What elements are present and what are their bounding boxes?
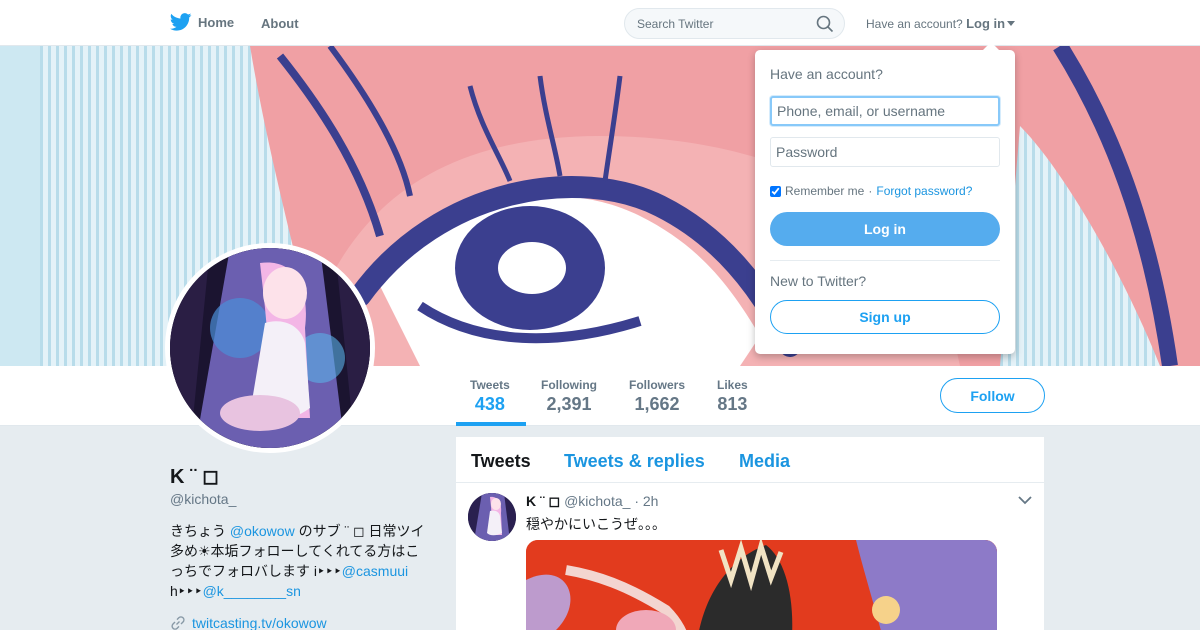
signup-button[interactable]: Sign up xyxy=(770,300,1000,334)
remember-separator: · xyxy=(868,184,873,198)
tweet-avatar-artwork xyxy=(468,493,516,541)
twitter-bird-icon xyxy=(170,13,192,31)
have-account-text: Have an account? xyxy=(866,17,963,31)
login-dropdown: Have an account? Remember me · Forgot pa… xyxy=(755,42,1015,354)
bio-mention-link[interactable]: @casmuui xyxy=(342,563,408,579)
bio-text: きちょう xyxy=(170,523,230,539)
tweet-media-artwork xyxy=(526,540,997,630)
stat-followers[interactable]: Followers 1,662 xyxy=(629,378,685,415)
dropdown-title: Have an account? xyxy=(770,66,883,82)
account-prompt: Have an account? Log in xyxy=(866,16,1016,31)
tweet-text: 穏やかにいこうぜ。。。 xyxy=(526,516,666,532)
stat-followers-label: Followers xyxy=(629,378,686,392)
stat-followers-value: 1,662 xyxy=(634,394,680,414)
caret-down-icon xyxy=(1007,21,1016,26)
profile-bio: きちょう @okowow のサブ ¨ ◻︎ 日常ツイ多め☀︎本垢フォローしてくれ… xyxy=(170,521,426,601)
stat-tweets-label: Tweets xyxy=(470,378,510,392)
profile-website-link[interactable]: twitcasting.tv/okowow xyxy=(192,615,327,630)
profile-handle[interactable]: @kichota_ xyxy=(170,491,236,507)
tab-media[interactable]: Media xyxy=(739,451,790,472)
tweet-timestamp[interactable]: · 2h xyxy=(634,493,658,509)
avatar-artwork xyxy=(170,248,370,448)
top-nav: Home About Have an account? Log in xyxy=(0,0,1200,46)
tweet-media-image[interactable] xyxy=(526,540,997,630)
search-input[interactable] xyxy=(625,9,805,38)
stat-tweets[interactable]: Tweets 438 xyxy=(470,378,510,415)
stat-following-value: 2,391 xyxy=(546,394,592,414)
remember-row: Remember me · Forgot password? xyxy=(770,184,972,198)
profile-name: K ¨ ◻︎ xyxy=(170,466,219,488)
stat-likes-label: Likes xyxy=(717,378,748,392)
dropdown-divider xyxy=(770,260,1000,261)
stat-following-label: Following xyxy=(541,378,597,392)
tab-tweets[interactable]: Tweets xyxy=(471,451,531,472)
timeline: Tweets Tweets & replies Media K ¨ ◻︎ @ki… xyxy=(456,437,1044,630)
login-toggle[interactable]: Log in xyxy=(966,16,1016,31)
tweet-author-handle[interactable]: @kichota_ xyxy=(564,493,630,509)
follow-button[interactable]: Follow xyxy=(940,378,1045,413)
timeline-tabs: Tweets Tweets & replies Media xyxy=(456,437,1044,483)
forgot-password-link[interactable]: Forgot password? xyxy=(876,184,972,198)
chevron-down-icon[interactable] xyxy=(1018,495,1032,505)
stat-likes[interactable]: Likes 813 xyxy=(717,378,748,415)
password-field[interactable] xyxy=(770,137,1000,167)
tweet-avatar[interactable] xyxy=(468,493,516,541)
bio-text: h‣‣‣ xyxy=(170,583,203,599)
bio-mention-link[interactable]: @okowow xyxy=(230,523,295,539)
login-toggle-label: Log in xyxy=(966,16,1006,31)
new-to-twitter-text: New to Twitter? xyxy=(770,273,867,289)
stat-following[interactable]: Following 2,391 xyxy=(541,378,597,415)
tab-tweets-replies[interactable]: Tweets & replies xyxy=(564,451,705,472)
nav-home-label: Home xyxy=(198,14,235,30)
tweet-header: K ¨ ◻︎ @kichota_ · 2h xyxy=(526,493,658,510)
username-field[interactable] xyxy=(770,96,1000,126)
stat-likes-value: 813 xyxy=(717,394,748,414)
nav-home-link[interactable]: Home xyxy=(170,13,234,31)
bio-mention-link[interactable]: @k________sn xyxy=(203,583,301,599)
profile-avatar[interactable] xyxy=(165,243,375,453)
login-button[interactable]: Log in xyxy=(770,212,1000,246)
remember-me-checkbox[interactable] xyxy=(770,185,781,197)
stat-tweets-value: 438 xyxy=(474,394,505,414)
active-stat-underline xyxy=(456,422,526,426)
tweet[interactable]: K ¨ ◻︎ @kichota_ · 2h 穏やかにいこうぜ。。。 xyxy=(456,483,1044,630)
nav-about-link[interactable]: About xyxy=(261,16,299,31)
remember-me-label[interactable]: Remember me xyxy=(785,184,864,198)
profile-website: twitcasting.tv/okowow xyxy=(170,615,327,630)
tweet-author-name[interactable]: K ¨ ◻︎ xyxy=(526,493,560,509)
search-box xyxy=(624,8,845,39)
search-icon[interactable] xyxy=(816,15,834,33)
link-icon xyxy=(171,616,185,630)
